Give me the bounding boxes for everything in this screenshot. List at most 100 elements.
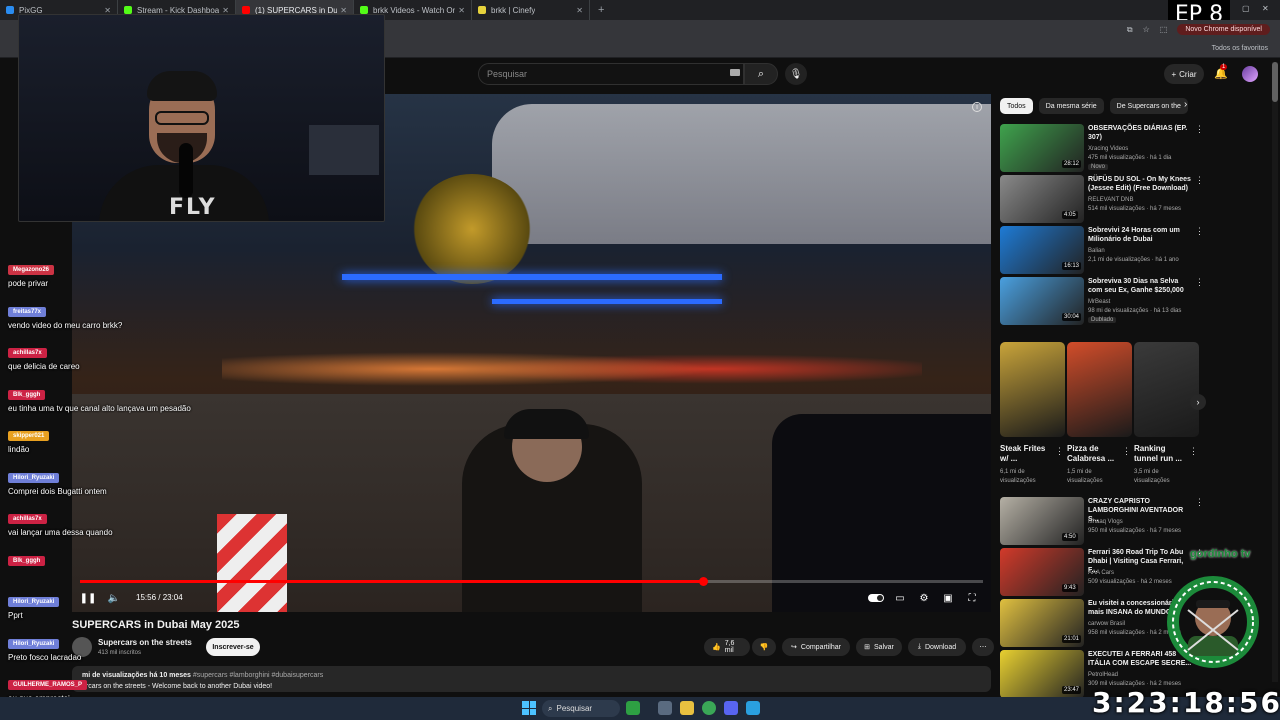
more-options-icon[interactable]: ⋮ — [1195, 497, 1204, 508]
search-input[interactable]: Pesquisar — [478, 63, 744, 85]
like-button[interactable]: 👍 7,6 mil — [704, 638, 750, 656]
tab-close-icon[interactable]: ✕ — [458, 6, 465, 15]
share-button[interactable]: ↪ Compartilhar — [782, 638, 850, 656]
telegram-icon[interactable] — [746, 701, 760, 715]
more-options-icon[interactable]: ⋮ — [1122, 446, 1131, 457]
more-options-icon[interactable]: ⋮ — [1195, 124, 1204, 135]
channel-name[interactable]: Supercars on the streets — [98, 638, 192, 647]
keyboard-icon[interactable] — [730, 69, 740, 76]
subscribe-button[interactable]: Inscrever-se — [206, 638, 260, 656]
download-icon: ⤓ — [917, 643, 921, 650]
chrome-icon[interactable] — [702, 701, 716, 715]
dislike-button[interactable]: 👎 — [752, 638, 776, 656]
new-tab-button[interactable]: + — [590, 4, 612, 16]
recommendation-channel[interactable]: carwow Brasil — [1088, 621, 1125, 627]
task-view-icon[interactable] — [658, 701, 672, 715]
recommendation-item[interactable]: 28:12 OBSERVAÇÕES DIÁRIAS (EP. 307) Xracin… — [1000, 124, 1204, 172]
chat-message: freitas77x vendo video do meu carro brkk? — [8, 300, 122, 330]
more-options-icon[interactable]: ⋮ — [1195, 226, 1204, 237]
info-icon[interactable]: i — [972, 102, 982, 112]
short-views: 3,5 mi de visualizações — [1134, 469, 1170, 484]
recommendation-title[interactable]: OBSERVAÇÕES DIÁRIAS (EP. 307) — [1088, 124, 1192, 142]
autoplay-toggle[interactable] — [868, 594, 884, 602]
recommendation-title[interactable]: RÜFÜS DU SOL - On My Knees (Jessee Edit)… — [1088, 175, 1192, 193]
video-scene-neon-2 — [492, 299, 722, 304]
window-maximize-icon[interactable]: ▢ — [1242, 4, 1250, 13]
fullscreen-icon[interactable]: ⛶ — [964, 590, 980, 606]
recommendation-channel[interactable]: Balian — [1088, 248, 1105, 254]
search-button[interactable]: ⌕ — [744, 63, 778, 85]
video-tags[interactable]: #supercars #lamborghini #dubaisupercars — [193, 672, 323, 679]
save-button[interactable]: ⊞ Salvar — [856, 638, 902, 656]
chat-message: Blk_gggh — [8, 549, 46, 570]
recommendation-title[interactable]: Sobrevivi 24 Horas com um Milionário de … — [1088, 226, 1192, 244]
filter-chip[interactable]: Todos — [1000, 98, 1033, 114]
chat-message: Hilori_Ryuzaki Preto fosco lacradao — [8, 632, 81, 662]
more-actions-button[interactable]: ⋯ — [972, 638, 994, 656]
recommendation-item[interactable]: 30:04 Sobreviva 30 Dias na Selva com seu … — [1000, 277, 1204, 325]
recommendation-channel[interactable]: Ishaaq Vlogs — [1088, 519, 1123, 525]
short-title[interactable]: Pizza de Calabresa ... — [1067, 444, 1123, 464]
chrome-update-button[interactable]: Novo Chrome disponível — [1177, 24, 1270, 35]
widgets-icon[interactable] — [626, 701, 640, 715]
shorts-next-button[interactable]: › — [1190, 394, 1206, 410]
voice-search-button[interactable]: 🎙 — [785, 63, 807, 85]
page-scrollbar[interactable] — [1272, 62, 1278, 682]
window-close-icon[interactable]: ✕ — [1262, 4, 1269, 13]
recommendation-channel[interactable]: AAA Cars — [1088, 570, 1114, 576]
chat-username: Blk_gggh — [8, 389, 46, 400]
settings-gear-icon[interactable]: ⚙ — [916, 590, 932, 606]
more-options-icon[interactable]: ⋮ — [1055, 446, 1064, 457]
discord-icon[interactable] — [724, 701, 738, 715]
short-title[interactable]: Ranking tunnel run ... — [1134, 444, 1190, 464]
scrollbar-thumb[interactable] — [1272, 62, 1278, 102]
recommendation-channel[interactable]: MrBeast — [1088, 299, 1110, 305]
star-icon[interactable]: ☆ — [1143, 25, 1150, 34]
short-thumbnail[interactable] — [1067, 342, 1132, 437]
windows-start-icon[interactable] — [522, 701, 536, 715]
recommendation-title[interactable]: Sobreviva 30 Dias na Selva com seu Ex, G… — [1088, 277, 1192, 295]
volume-icon[interactable]: 🔈 — [106, 590, 122, 606]
short-title[interactable]: Steak Frites w/ ... — [1000, 444, 1056, 464]
miniplayer-icon[interactable]: ▣ — [940, 590, 956, 606]
filter-chip[interactable]: De Supercars on the — [1109, 98, 1188, 114]
chat-username: GUILHERME_RAMOS_P — [8, 680, 88, 690]
chat-text: pode privar — [8, 279, 49, 288]
windows-taskbar: ⌕ Pesquisar — [0, 697, 1280, 720]
subtitles-icon[interactable]: ▭ — [892, 590, 908, 606]
file-explorer-icon[interactable] — [680, 701, 694, 715]
logo-hat — [1196, 600, 1230, 608]
filter-chip[interactable]: Da mesma série — [1038, 98, 1104, 114]
create-button[interactable]: + Criar — [1164, 64, 1204, 84]
plus-icon: + — [1171, 69, 1177, 79]
video-scene-traffic-lights — [222, 339, 922, 399]
extensions-icon[interactable]: ⬚ — [1160, 25, 1168, 34]
browser-tab[interactable]: brkk | Cinefy ✕ — [472, 0, 590, 20]
recommendation-item[interactable]: 16:13 Sobrevivi 24 Horas com um Milionári… — [1000, 226, 1204, 274]
taskbar-search[interactable]: ⌕ Pesquisar — [542, 700, 620, 717]
more-options-icon[interactable]: ⋮ — [1195, 175, 1204, 186]
recommendation-channel[interactable]: RELEVANT DNB — [1088, 197, 1133, 203]
pause-icon[interactable]: ❚❚ — [80, 590, 97, 606]
video-progress-bar[interactable] — [80, 577, 983, 586]
tab-close-icon[interactable]: ✕ — [576, 6, 583, 15]
more-options-icon[interactable]: ⋮ — [1195, 277, 1204, 288]
all-favorites-link[interactable]: Todos os favoritos — [1212, 45, 1268, 52]
cast-icon[interactable]: ⧉ — [1127, 25, 1133, 35]
recommendation-channel[interactable]: Xracing Videos — [1088, 146, 1128, 152]
video-duration: 30:04 — [1062, 313, 1082, 321]
video-scene-building — [492, 104, 991, 244]
short-thumbnail[interactable] — [1134, 342, 1199, 437]
account-avatar[interactable] — [1242, 66, 1258, 82]
video-description[interactable]: mi de visualizações há 10 meses #superca… — [72, 666, 991, 692]
recommendation-channel[interactable]: PetrolHead — [1088, 672, 1118, 678]
recommendation-item[interactable]: 4:05 RÜFÜS DU SOL - On My Knees (Jessee E… — [1000, 175, 1204, 223]
short-thumbnail[interactable] — [1000, 342, 1065, 437]
chevron-right-icon[interactable]: › — [1184, 99, 1187, 110]
chat-text: eu tinha uma tv que canal alto lançava u… — [8, 403, 191, 413]
recommendation-item[interactable]: 4:50 CRAZY CAPRISTO LAMBORGHINI AVENTADOR… — [1000, 497, 1204, 545]
more-options-icon[interactable]: ⋮ — [1189, 446, 1198, 457]
tab-favicon-icon — [124, 6, 132, 14]
video-progress-knob[interactable] — [699, 577, 709, 586]
download-button[interactable]: ⤓ Download — [908, 638, 966, 656]
